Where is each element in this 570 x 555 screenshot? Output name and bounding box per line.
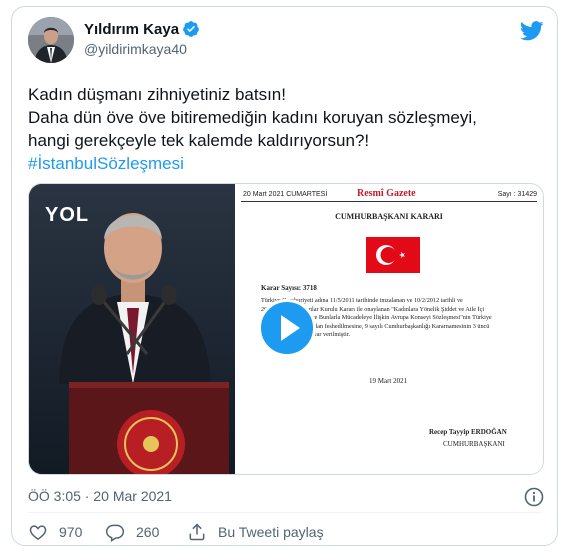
tweet-card[interactable]: Yıldırım Kaya @yildirimkaya40 Kadın düşm… xyxy=(11,6,558,546)
like-button[interactable]: 970 xyxy=(28,521,82,543)
verified-badge-icon xyxy=(183,21,199,37)
decision-number: Karar Sayısı: 3718 xyxy=(261,284,317,292)
reply-count: 260 xyxy=(136,524,160,540)
heart-icon xyxy=(29,525,47,540)
gazette-issue: Sayı : 31429 xyxy=(497,191,537,198)
divider xyxy=(241,201,537,202)
signer-name: Recep Tayyip ERDOĞAN xyxy=(429,428,507,436)
hashtag-link[interactable]: #İstanbulSözleşmesi xyxy=(28,152,543,175)
user-handle[interactable]: @yildirimkaya40 xyxy=(84,41,187,57)
tweet-line: Kadın düşmanı zihniyetiniz batsın! xyxy=(28,85,286,104)
video-logo: YOL xyxy=(45,204,90,226)
play-button[interactable] xyxy=(258,299,316,357)
speaker-image xyxy=(29,184,235,474)
info-icon[interactable] xyxy=(524,487,544,507)
divider xyxy=(28,512,541,513)
reply-button[interactable]: 260 xyxy=(105,521,159,543)
twitter-bird-icon[interactable] xyxy=(520,21,544,41)
sign-date: 19 Mart 2021 xyxy=(369,377,408,385)
tweet-timestamp[interactable]: ÖÖ 3:05 · 20 Mar 2021 xyxy=(28,488,172,504)
decree-heading: CUMHURBAŞKANI KARARI xyxy=(335,212,443,221)
share-icon xyxy=(189,523,205,541)
share-label: Bu Tweeti paylaş xyxy=(218,524,324,540)
gazette-date: 20 Mart 2021 CUMARTESİ xyxy=(243,191,328,198)
avatar[interactable] xyxy=(28,17,74,63)
avatar-image xyxy=(28,17,74,63)
gazette-title: Resmî Gazete xyxy=(357,188,416,199)
like-count: 970 xyxy=(59,524,83,540)
tweet-line: hangi gerekçeyle tek kalemde kaldırıyors… xyxy=(28,131,370,150)
signer-title: CUMHURBAŞKANI xyxy=(443,440,505,448)
reply-bubble-icon xyxy=(105,524,125,542)
share-button[interactable]: Bu Tweeti paylaş xyxy=(187,521,324,543)
video-frame: YOL xyxy=(29,184,235,474)
tweet-line: Daha dün öve öve bitiremediğin kadını ko… xyxy=(28,108,477,127)
turkish-flag-icon xyxy=(366,237,420,273)
tweet-text: Kadın düşmanı zihniyetiniz batsın! Daha … xyxy=(28,83,543,175)
video-media[interactable]: YOL 20 Mart 2021 CUMARTESİ Resmî Gazete … xyxy=(28,183,544,475)
display-name[interactable]: Yıldırım Kaya xyxy=(84,21,179,38)
